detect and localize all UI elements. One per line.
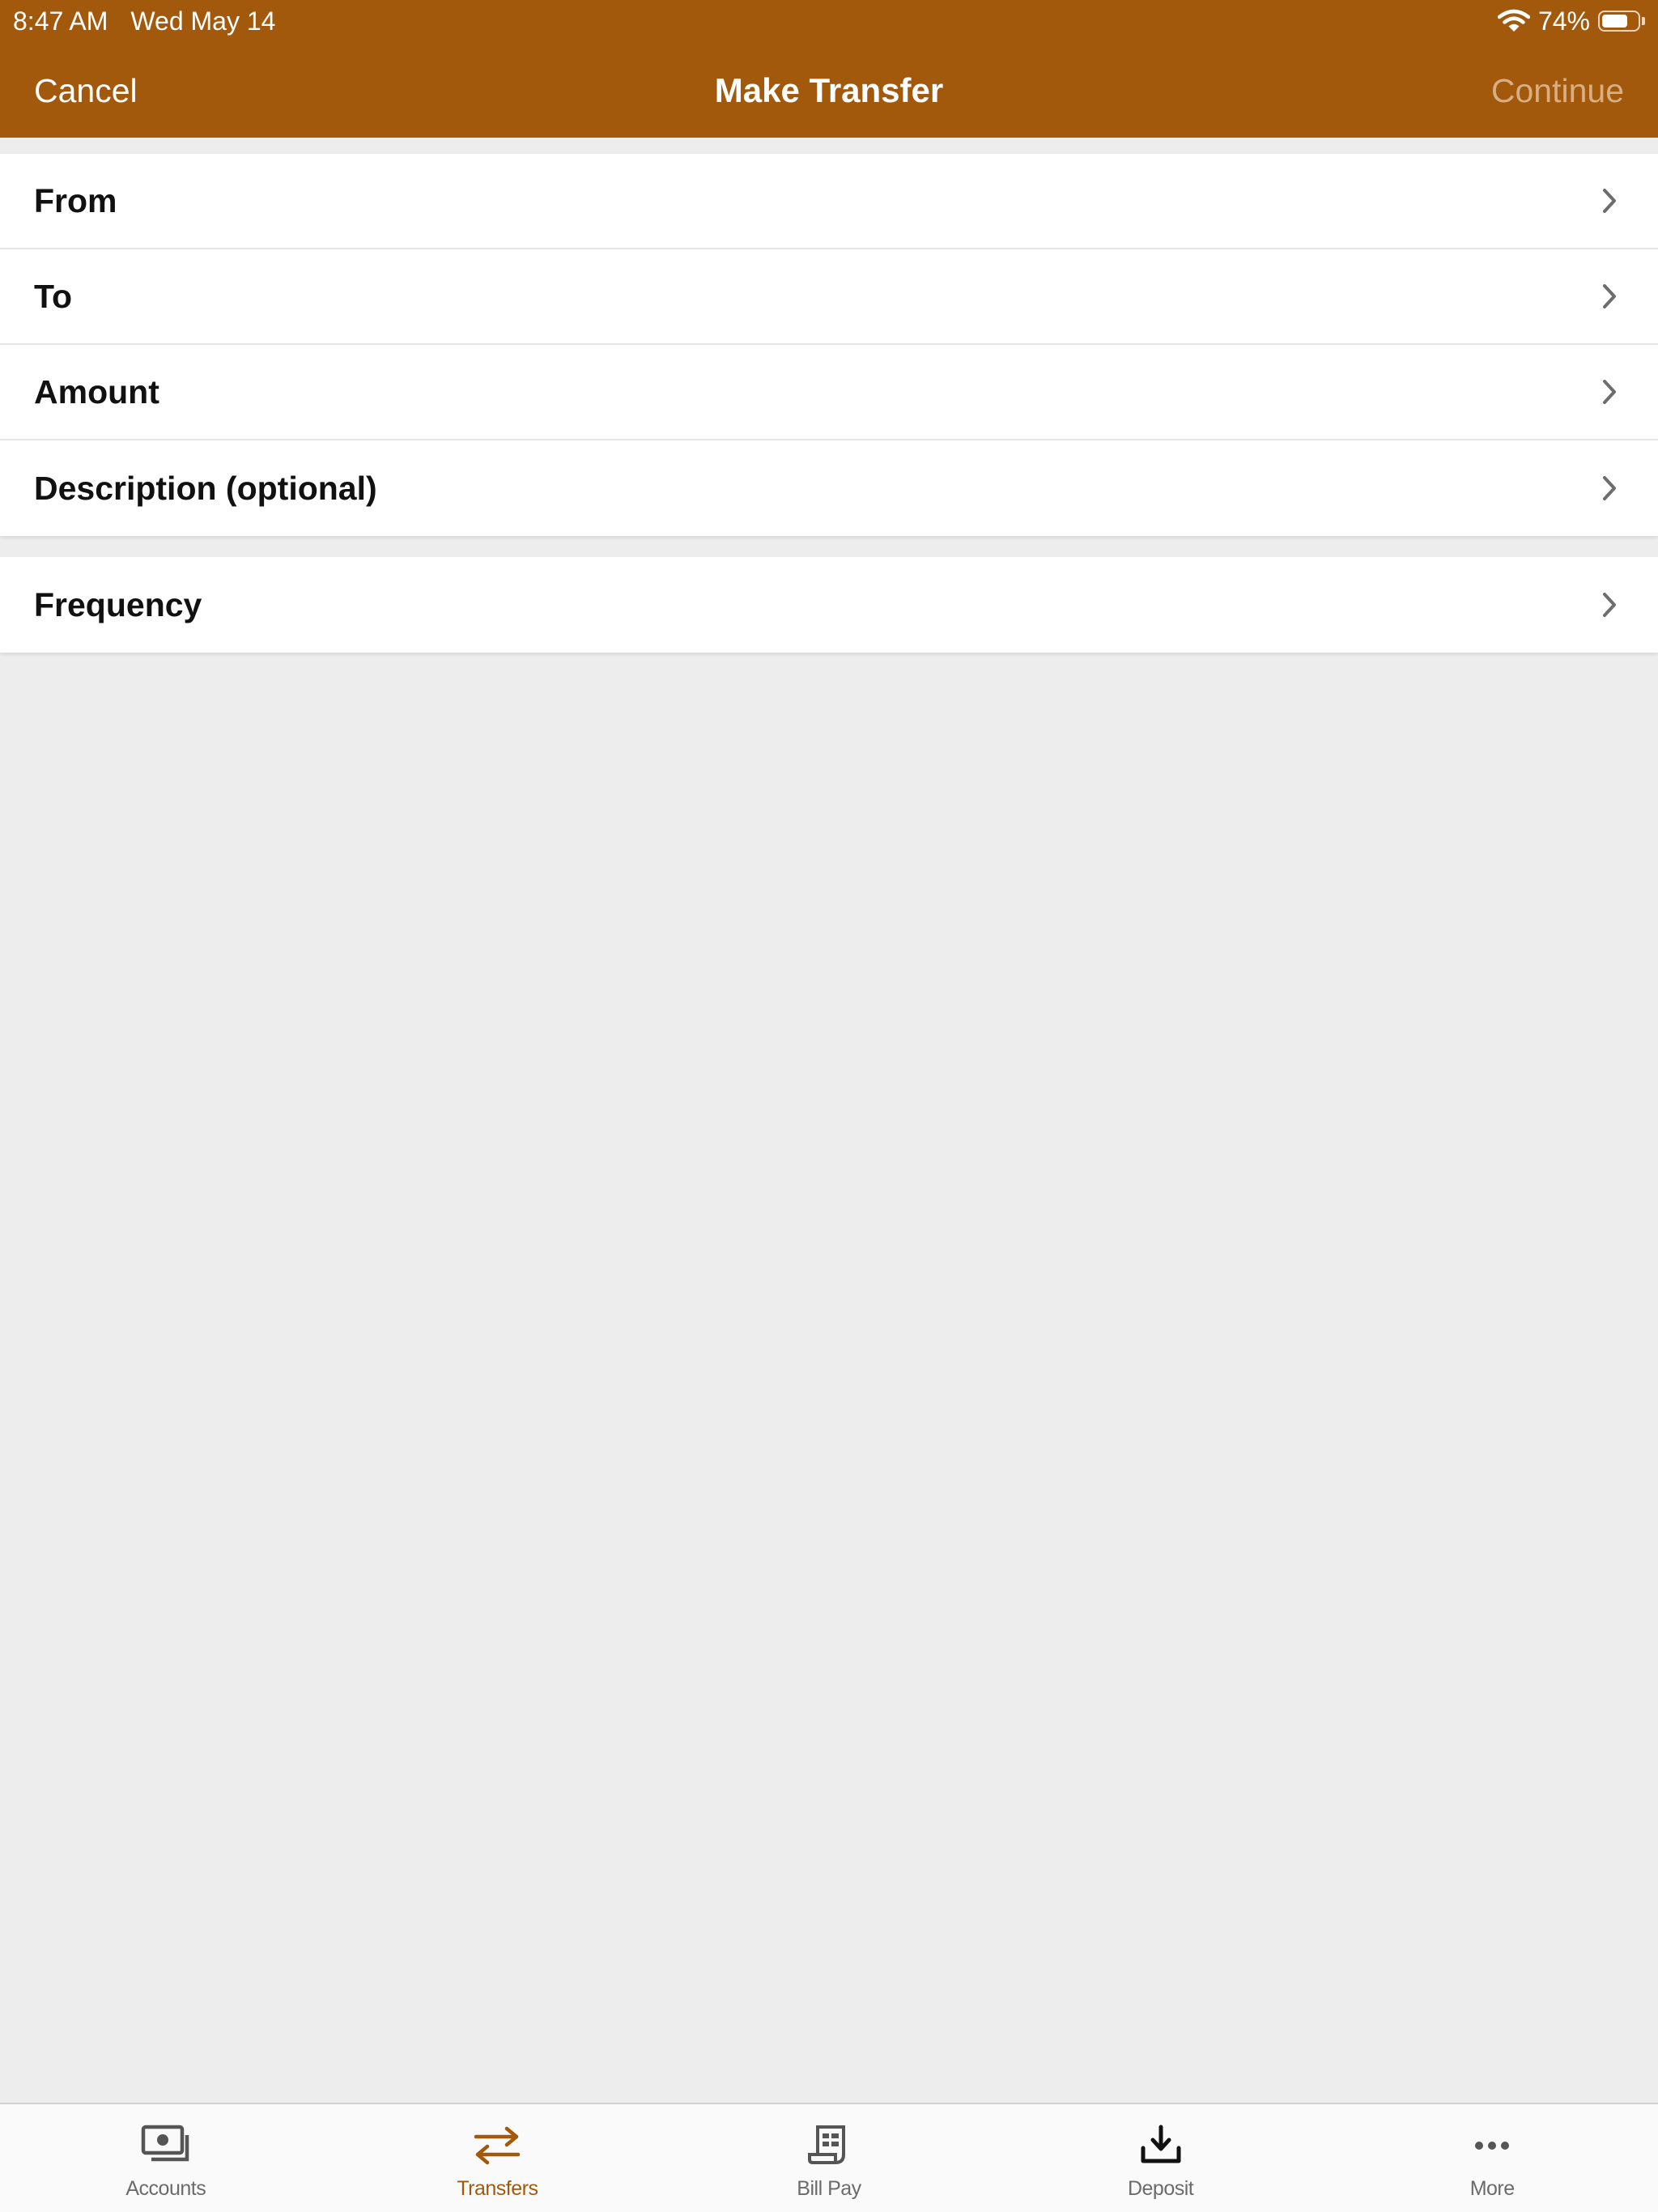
bill-pay-icon — [807, 2125, 845, 2164]
tab-bar: Accounts Transfers Bill Pay Deposit More — [0, 2103, 1658, 2212]
amount-row[interactable]: Amount — [0, 345, 1658, 440]
status-date: Wed May 14 — [130, 6, 276, 36]
to-row[interactable]: To — [0, 249, 1658, 345]
tab-accounts[interactable]: Accounts — [0, 2104, 332, 2212]
chevron-right-icon — [1603, 593, 1616, 617]
continue-button[interactable]: Continue — [1491, 66, 1624, 115]
amount-label: Amount — [34, 372, 159, 410]
cancel-button[interactable]: Cancel — [34, 66, 138, 115]
from-row[interactable]: From — [0, 154, 1658, 249]
tab-transfers-label: Transfers — [457, 2177, 538, 2200]
battery-icon — [1598, 10, 1645, 32]
frequency-label: Frequency — [34, 585, 202, 623]
battery-percent: 74% — [1537, 6, 1590, 36]
tab-transfers[interactable]: Transfers — [332, 2104, 664, 2212]
status-time: 8:47 AM — [13, 6, 108, 36]
more-icon — [1475, 2142, 1510, 2150]
description-label: Description (optional) — [34, 469, 377, 507]
tab-accounts-label: Accounts — [125, 2177, 206, 2200]
wifi-icon — [1497, 9, 1530, 32]
chevron-right-icon — [1603, 189, 1616, 213]
tab-deposit-label: Deposit — [1127, 2177, 1194, 2200]
battery-level-fill — [1602, 15, 1628, 28]
description-row[interactable]: Description (optional) — [0, 440, 1658, 536]
tab-deposit[interactable]: Deposit — [995, 2104, 1327, 2212]
frequency-row[interactable]: Frequency — [0, 557, 1658, 653]
chevron-right-icon — [1603, 380, 1616, 404]
tab-more-label: More — [1469, 2177, 1515, 2200]
transfer-details-group: From To Amount Description (optional) — [0, 154, 1658, 536]
status-indicators: 74% — [1497, 5, 1645, 37]
header-bar: 8:47 AM Wed May 14 74% Cancel Make Transf… — [0, 0, 1658, 138]
page-title: Make Transfer — [714, 71, 944, 109]
accounts-icon — [141, 2125, 189, 2162]
tab-bill-pay-label: Bill Pay — [797, 2177, 861, 2200]
tab-more[interactable]: More — [1326, 2104, 1658, 2212]
from-label: From — [34, 181, 117, 219]
chevron-right-icon — [1603, 476, 1616, 500]
status-time-date: 8:47 AM Wed May 14 — [13, 5, 275, 37]
deposit-icon — [1141, 2125, 1181, 2163]
tab-bill-pay[interactable]: Bill Pay — [663, 2104, 995, 2212]
to-label: To — [34, 277, 73, 315]
frequency-group: Frequency — [0, 557, 1658, 653]
chevron-right-icon — [1603, 284, 1616, 308]
transfers-icon — [474, 2126, 521, 2165]
